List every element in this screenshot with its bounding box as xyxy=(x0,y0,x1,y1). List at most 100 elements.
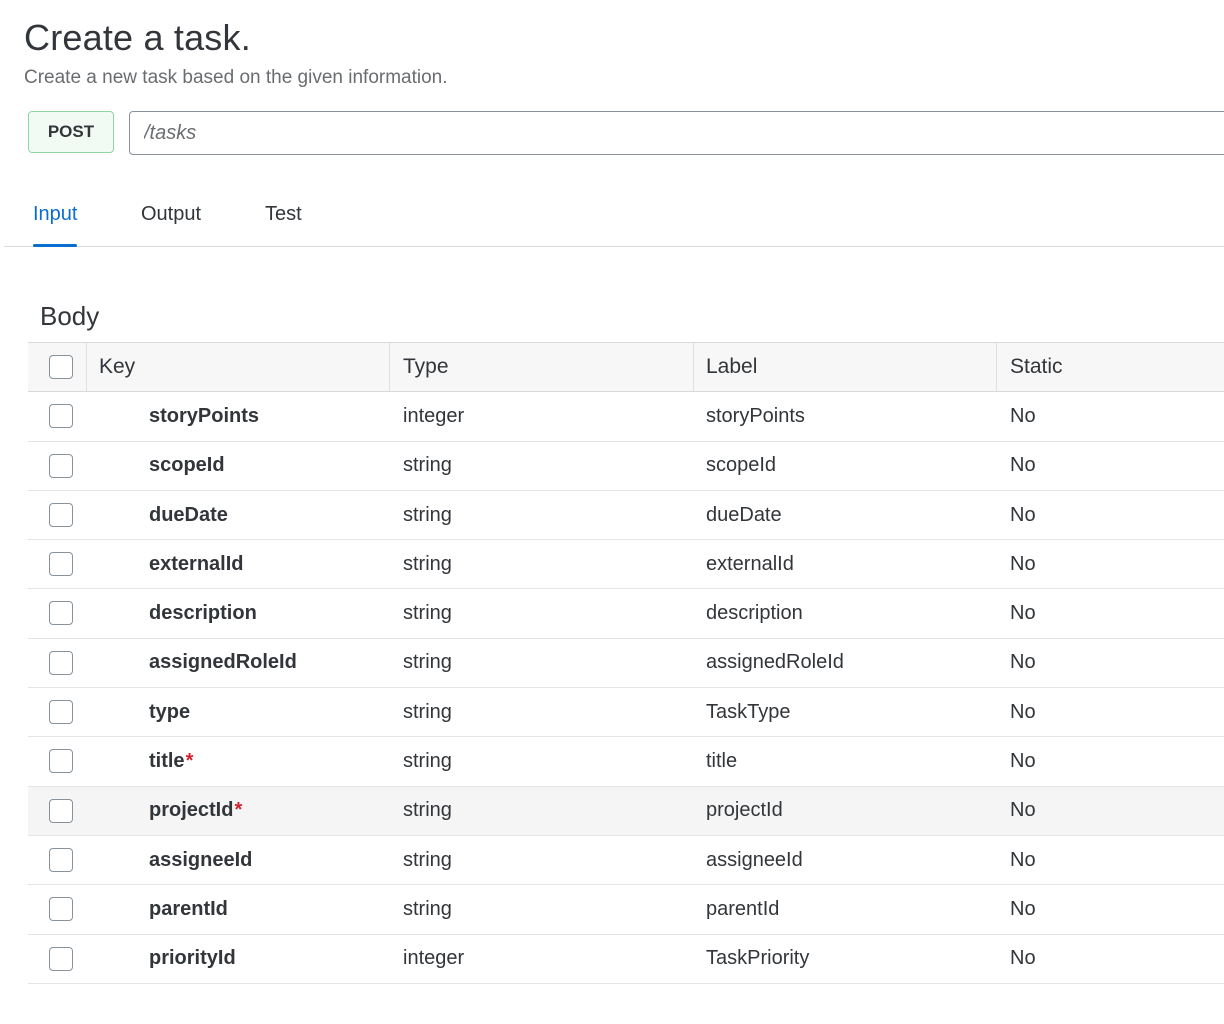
table-row[interactable]: externalId string externalId No xyxy=(28,540,1224,590)
tab-input-label: Input xyxy=(33,203,78,225)
row-select-checkbox[interactable] xyxy=(49,700,73,725)
cell-static: No xyxy=(1010,602,1036,625)
cell-static: No xyxy=(1010,454,1036,477)
cell-label: externalId xyxy=(706,552,794,575)
cell-static: No xyxy=(1010,750,1036,773)
param-key: scopeId xyxy=(149,454,225,477)
cell-static: No xyxy=(1010,552,1036,575)
tab-output-label: Output xyxy=(141,203,202,225)
row-select-checkbox[interactable] xyxy=(49,453,73,478)
row-select-checkbox[interactable] xyxy=(49,749,73,774)
cell-key: parentId xyxy=(149,885,229,933)
row-select-checkbox[interactable] xyxy=(49,946,73,971)
table-body: storyPoints integer storyPoints No scopeId st… xyxy=(28,392,1224,984)
tab-test-label: Test xyxy=(265,203,302,225)
cell-type: integer xyxy=(403,404,465,427)
page: Create a task. Create a new task based o… xyxy=(0,0,1224,1024)
cell-type: string xyxy=(403,700,452,723)
body-section-title: Body xyxy=(40,301,100,331)
body-params-table: Key Type Label Static storyPoints integer… xyxy=(28,342,1224,984)
page-title: Create a task. xyxy=(24,17,251,58)
cell-type: string xyxy=(403,503,452,526)
column-divider xyxy=(86,343,87,392)
table-row[interactable]: parentId string parentId No xyxy=(28,885,1224,935)
column-divider xyxy=(389,343,390,392)
cell-label: title xyxy=(706,750,738,773)
row-select-checkbox[interactable] xyxy=(49,897,73,922)
cell-label: TaskType xyxy=(706,700,791,723)
table-row[interactable]: assigneeId string assigneeId No xyxy=(28,835,1224,886)
cell-static: No xyxy=(1010,947,1036,970)
table-row[interactable]: storyPoints integer storyPoints No xyxy=(28,392,1224,442)
column-header-label[interactable]: Label xyxy=(706,343,757,391)
column-header-static[interactable]: Static xyxy=(1010,343,1063,391)
cell-static: No xyxy=(1010,503,1036,526)
param-key: assigneeId xyxy=(149,848,253,871)
cell-type: string xyxy=(403,454,452,477)
cell-label: TaskPriority xyxy=(706,947,810,970)
cell-key: dueDate xyxy=(149,491,229,539)
param-key: priorityId xyxy=(149,947,236,970)
table-row[interactable]: dueDate string dueDate No xyxy=(28,490,1224,541)
row-select-checkbox[interactable] xyxy=(49,847,73,872)
param-key: dueDate xyxy=(149,503,228,526)
tab-bar: Input Output Test xyxy=(4,186,1224,247)
endpoint-path-input[interactable] xyxy=(129,111,1224,155)
cell-type: string xyxy=(403,897,452,920)
cell-key: priorityId xyxy=(149,935,237,983)
param-key: description xyxy=(149,602,257,625)
param-key: projectId xyxy=(149,799,234,822)
param-key: type xyxy=(149,700,191,723)
cell-type: string xyxy=(403,848,452,871)
http-method-badge: POST xyxy=(28,111,114,153)
row-select-checkbox[interactable] xyxy=(49,798,73,823)
table-row[interactable]: description string description No xyxy=(28,589,1224,639)
table-row[interactable]: priorityId integer TaskPriority No xyxy=(28,934,1224,984)
table-row[interactable]: scopeId string scopeId No xyxy=(28,441,1224,491)
cell-label: assignedRoleId xyxy=(706,651,844,674)
cell-static: No xyxy=(1010,404,1036,427)
cell-key: scopeId xyxy=(149,442,226,490)
cell-label: dueDate xyxy=(706,503,782,526)
cell-static: No xyxy=(1010,799,1036,822)
tab-output[interactable]: Output xyxy=(141,186,201,246)
row-select-checkbox[interactable] xyxy=(49,502,73,527)
cell-label: parentId xyxy=(706,897,780,920)
row-select-checkbox[interactable] xyxy=(49,404,73,429)
table-row[interactable]: type string TaskType No xyxy=(28,688,1224,738)
cell-label: description xyxy=(706,602,803,625)
cell-static: No xyxy=(1010,897,1036,920)
cell-type: string xyxy=(403,651,452,674)
cell-static: No xyxy=(1010,651,1036,674)
cell-static: No xyxy=(1010,700,1036,723)
tab-input[interactable]: Input xyxy=(33,186,78,247)
cell-type: string xyxy=(403,602,452,625)
cell-key: assigneeId xyxy=(149,836,253,884)
column-header-key[interactable]: Key xyxy=(99,343,135,391)
table-row[interactable]: title * string title No xyxy=(28,737,1224,787)
param-key: storyPoints xyxy=(149,404,260,427)
active-tab-indicator xyxy=(33,244,78,247)
cell-key: title * xyxy=(149,737,193,785)
row-select-checkbox[interactable] xyxy=(49,601,73,626)
column-divider xyxy=(996,343,997,392)
cell-key: projectId * xyxy=(149,787,242,835)
row-select-checkbox[interactable] xyxy=(49,552,73,577)
row-select-checkbox[interactable] xyxy=(49,650,73,675)
column-divider xyxy=(693,343,694,392)
column-header-type[interactable]: Type xyxy=(403,343,449,391)
cell-key: assignedRoleId xyxy=(149,639,298,687)
cell-label: projectId xyxy=(706,799,783,822)
select-all-checkbox[interactable] xyxy=(49,355,73,379)
cell-key: storyPoints xyxy=(149,392,260,440)
cell-type: string xyxy=(403,552,452,575)
param-key: assignedRoleId xyxy=(149,651,297,674)
table-row[interactable]: projectId * string projectId No xyxy=(28,786,1224,836)
cell-key: externalId xyxy=(149,540,244,588)
table-row[interactable]: assignedRoleId string assignedRoleId No xyxy=(28,638,1224,689)
tab-test[interactable]: Test xyxy=(265,186,302,246)
cell-type: integer xyxy=(403,947,465,970)
cell-key: type xyxy=(149,688,191,736)
cell-type: string xyxy=(403,750,452,773)
cell-key: description xyxy=(149,589,258,637)
